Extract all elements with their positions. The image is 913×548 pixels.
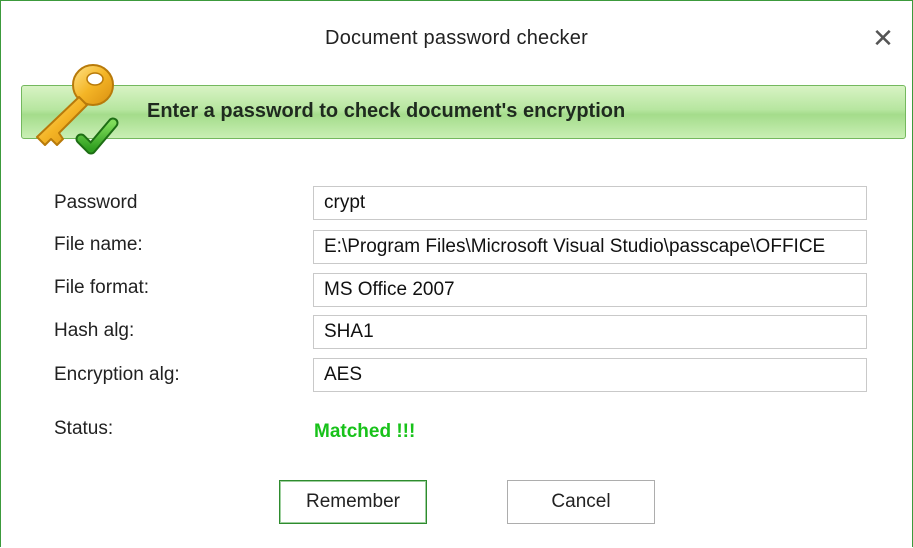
file-name-label: File name: (54, 234, 143, 255)
file-format-label: File format: (54, 277, 150, 298)
password-label: Password (54, 192, 138, 213)
header-banner: Enter a password to check document's enc… (21, 85, 906, 139)
status-label: Status: (54, 418, 114, 439)
key-check-icon (36, 64, 119, 155)
status-value: Matched !!! (314, 421, 416, 442)
encryption-alg-label: Encryption alg: (54, 364, 180, 385)
banner-text: Enter a password to check document's enc… (147, 100, 626, 122)
file-name-field[interactable]: E:\Program Files\Microsoft Visual Studio… (313, 230, 867, 264)
cancel-button[interactable]: Cancel (507, 480, 655, 524)
window-title: Document password checker (325, 27, 588, 49)
close-button[interactable]: ✕ (866, 21, 900, 55)
dialog-window: Document password checker ✕ Enter a pass… (0, 0, 913, 547)
encryption-alg-field[interactable]: AES (313, 358, 867, 392)
file-format-field[interactable]: MS Office 2007 (313, 273, 867, 307)
password-input[interactable] (313, 186, 867, 220)
remember-button[interactable]: Remember (279, 480, 427, 524)
hash-alg-label: Hash alg: (54, 320, 135, 341)
title-bar[interactable]: Document password checker ✕ (1, 1, 912, 73)
hash-alg-field[interactable]: SHA1 (313, 315, 867, 349)
